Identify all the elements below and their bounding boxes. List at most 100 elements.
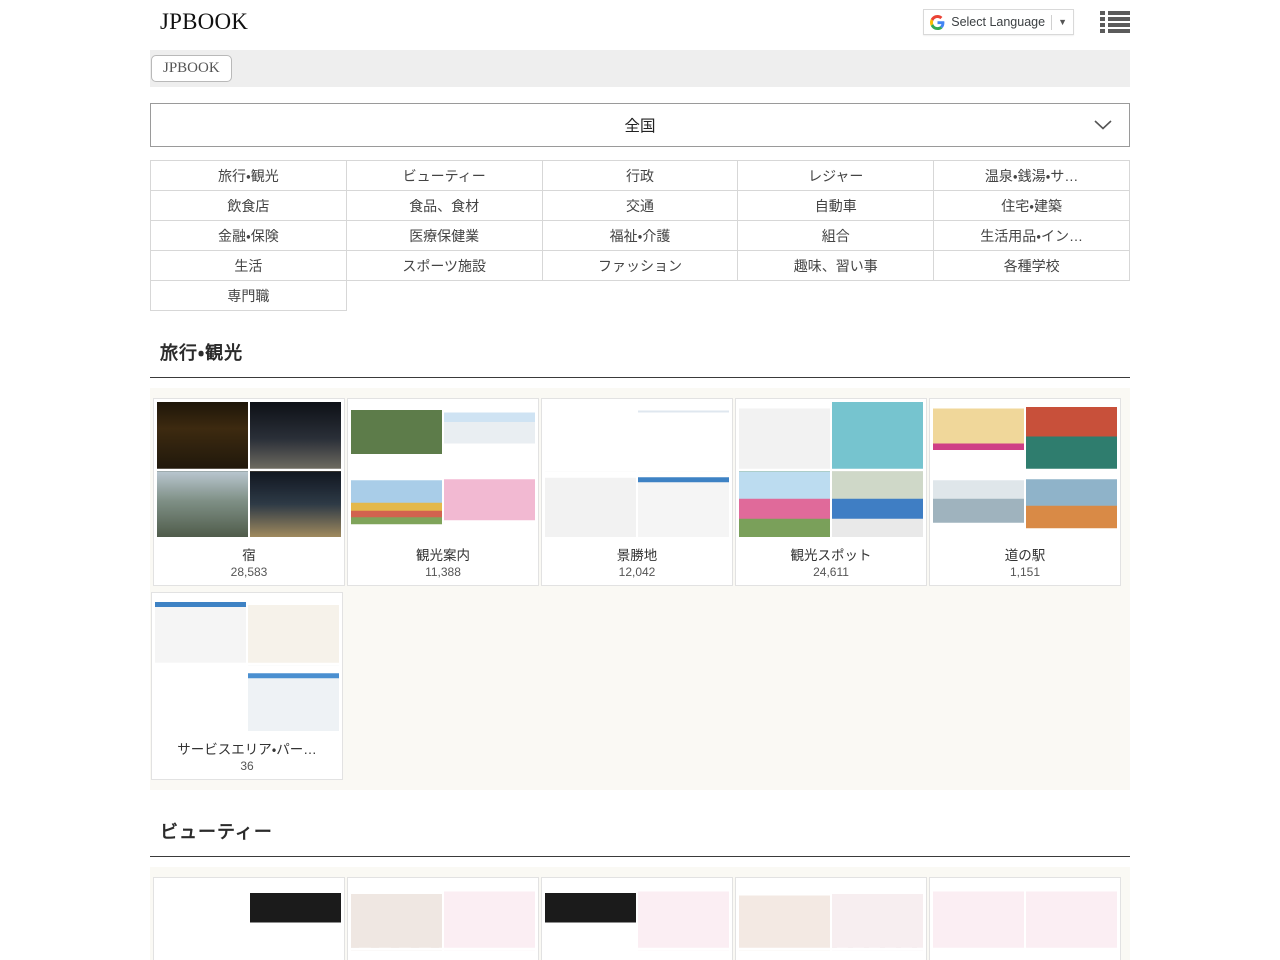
category-card[interactable]: 道の駅1,151 — [929, 398, 1121, 586]
chevron-down-icon[interactable]: ▼ — [1058, 17, 1071, 27]
category-cell[interactable]: 金融・保険 — [151, 221, 347, 251]
thumbnail-tile — [739, 471, 830, 538]
menu-row — [1100, 23, 1130, 27]
category-cell[interactable]: 自動車 — [738, 191, 934, 221]
region-select[interactable]: 全国 — [150, 103, 1130, 147]
category-cell[interactable]: 趣味、習い事 — [738, 251, 934, 281]
category-cell[interactable]: レジャー — [738, 161, 934, 191]
category-cell[interactable]: ファッション — [542, 251, 738, 281]
thumbnail-tile — [545, 471, 636, 538]
category-card[interactable] — [735, 877, 927, 960]
thumbnail-tile — [1026, 471, 1117, 538]
sections-host: 旅行・観光宿28,583観光案内11,388景勝地12,042観光スポット24,… — [0, 311, 1280, 960]
page-root: JPBOOK Select Language ▼ — [0, 0, 1280, 960]
card-count: 36 — [152, 758, 342, 779]
category-cell-empty — [738, 281, 934, 311]
category-cell[interactable]: ビューティー — [346, 161, 542, 191]
thumbnail-tile — [545, 950, 636, 960]
category-cell[interactable]: 組合 — [738, 221, 934, 251]
card-count: 1,151 — [930, 564, 1120, 585]
category-cell[interactable]: 食品、食材 — [346, 191, 542, 221]
category-section: 旅行・観光宿28,583観光案内11,388景勝地12,042観光スポット24,… — [150, 311, 1130, 790]
category-cell[interactable]: 生活用品・イン… — [934, 221, 1130, 251]
category-section: ビューティー — [150, 790, 1130, 960]
category-row: 飲食店食品、食材交通自動車住宅・建築 — [151, 191, 1130, 221]
category-table: 旅行・観光ビューティー行政レジャー温泉・銭湯・サ…飲食店食品、食材交通自動車住宅… — [150, 160, 1130, 311]
category-cell[interactable]: 温泉・銭湯・サ… — [934, 161, 1130, 191]
menu-bar — [1108, 29, 1130, 33]
thumbnail-tile — [351, 402, 442, 469]
google-translate-widget[interactable]: Select Language ▼ — [923, 9, 1074, 35]
region-select-wrapper: 全国 — [150, 103, 1130, 147]
thumbnail-tile — [832, 471, 923, 538]
category-card[interactable]: 観光案内11,388 — [347, 398, 539, 586]
category-cell[interactable]: スポーツ施設 — [346, 251, 542, 281]
region-select-value: 全国 — [624, 114, 655, 136]
thumbnail-tile — [250, 402, 341, 469]
thumbnail-tile — [444, 881, 535, 948]
thumbnail-tile — [157, 402, 248, 469]
category-card[interactable]: サービスエリア・パー…36 — [151, 592, 343, 780]
menu-bullet — [1100, 29, 1105, 33]
card-thumbnail-collage — [736, 399, 926, 540]
breadcrumb-item-jpbook[interactable]: JPBOOK — [151, 55, 232, 82]
category-cell[interactable]: 飲食店 — [151, 191, 347, 221]
menu-bullet — [1100, 11, 1105, 15]
google-g-icon — [930, 15, 945, 30]
category-cell[interactable]: 医療保健業 — [346, 221, 542, 251]
menu-bar — [1108, 11, 1130, 15]
category-row: 専門職 — [151, 281, 1130, 311]
category-card[interactable] — [153, 877, 345, 960]
category-cell[interactable]: 各種学校 — [934, 251, 1130, 281]
card-thumbnail-collage — [154, 878, 344, 960]
category-cell[interactable]: 交通 — [542, 191, 738, 221]
category-cell[interactable]: 住宅・建築 — [934, 191, 1130, 221]
thumbnail-tile — [250, 950, 341, 960]
category-cell[interactable]: 専門職 — [151, 281, 347, 311]
card-thumbnail-collage — [930, 399, 1120, 540]
card-thumbnail-collage — [154, 399, 344, 540]
list-menu-icon[interactable] — [1100, 9, 1130, 35]
translate-divider — [1051, 15, 1052, 30]
header-right-controls: Select Language ▼ — [923, 9, 1130, 35]
menu-row — [1100, 29, 1130, 33]
menu-row — [1100, 17, 1130, 21]
category-cell[interactable]: 生活 — [151, 251, 347, 281]
category-card[interactable] — [929, 877, 1121, 960]
card-thumbnail-collage — [348, 878, 538, 960]
category-card[interactable] — [347, 877, 539, 960]
thumbnail-tile — [248, 596, 339, 663]
category-row: 金融・保険医療保健業福祉・介護組合生活用品・イン… — [151, 221, 1130, 251]
thumbnail-tile — [157, 471, 248, 538]
thumbnail-tile — [1026, 950, 1117, 960]
thumbnail-tile — [444, 402, 535, 469]
thumbnail-tile — [638, 950, 729, 960]
card-grid: 宿28,583観光案内11,388景勝地12,042観光スポット24,611道の… — [150, 388, 1130, 790]
card-count: 24,611 — [736, 564, 926, 585]
menu-bullet — [1100, 17, 1105, 21]
category-card[interactable]: 景勝地12,042 — [541, 398, 733, 586]
category-cell[interactable]: 福祉・介護 — [542, 221, 738, 251]
card-label: 観光スポット — [736, 540, 926, 564]
thumbnail-tile — [832, 881, 923, 948]
thumbnail-tile — [250, 471, 341, 538]
thumbnail-tile — [155, 665, 246, 732]
category-card[interactable] — [541, 877, 733, 960]
category-card[interactable]: 宿28,583 — [153, 398, 345, 586]
thumbnail-tile — [545, 402, 636, 469]
site-brand[interactable]: JPBOOK — [160, 9, 248, 35]
category-cell[interactable]: 行政 — [542, 161, 738, 191]
category-card[interactable]: 観光スポット24,611 — [735, 398, 927, 586]
thumbnail-tile — [351, 471, 442, 538]
category-cell[interactable]: 旅行・観光 — [151, 161, 347, 191]
card-thumbnail-collage — [736, 878, 926, 960]
thumbnail-tile — [739, 950, 830, 960]
card-count: 12,042 — [542, 564, 732, 585]
card-label: 道の駅 — [930, 540, 1120, 564]
section-title: 旅行・観光 — [150, 311, 1130, 378]
thumbnail-tile — [157, 950, 248, 960]
thumbnail-tile — [638, 402, 729, 469]
thumbnail-tile — [933, 950, 1024, 960]
thumbnail-tile — [739, 402, 830, 469]
card-label: 観光案内 — [348, 540, 538, 564]
